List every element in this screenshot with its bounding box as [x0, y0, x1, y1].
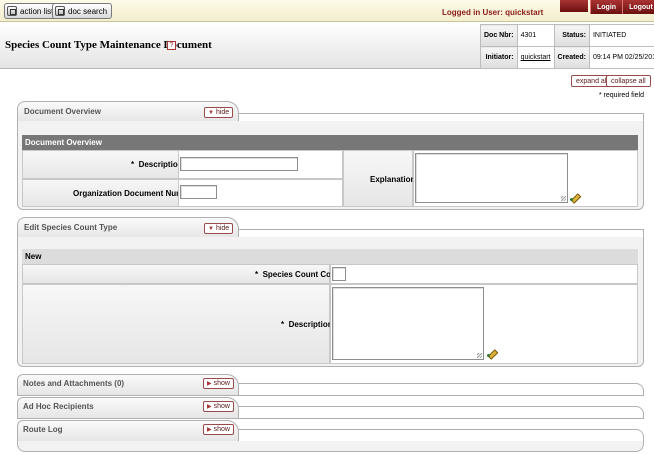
required-mark: * — [131, 160, 135, 169]
document-overview-tab-title: Document Overview — [24, 107, 101, 116]
required-field-note: * required field — [598, 92, 644, 99]
doc-search-label: doc search — [68, 6, 108, 16]
notes-show-button[interactable]: ▶ show — [203, 378, 234, 389]
route-log-show-button[interactable]: ▶ show — [203, 424, 234, 435]
status-value: INITIATED — [588, 24, 654, 47]
panel-border — [643, 229, 644, 237]
species-description-label: * Description: — [281, 320, 335, 329]
status-label: Status: — [553, 24, 590, 47]
page-title: Species Count Type Maintenance Document — [5, 39, 212, 51]
login-button[interactable]: Login — [590, 0, 623, 14]
route-log-show-label: show — [213, 426, 230, 433]
logged-in-user: Logged in User: quickstart — [442, 8, 544, 17]
action-list-label: action list — [20, 6, 54, 16]
action-list-button[interactable]: action list — [4, 3, 59, 19]
resize-grip-icon[interactable] — [477, 353, 482, 358]
description-input[interactable] — [180, 157, 298, 171]
doc-search-button[interactable]: doc search — [52, 3, 113, 19]
required-mark: * — [255, 270, 259, 279]
ad-hoc-show-label: show — [213, 403, 230, 410]
top-right-decoration — [560, 0, 588, 12]
tab-route-log: Route Log ▶ show — [17, 420, 644, 452]
initiator-label: Initiator: — [480, 46, 518, 69]
created-value: 09:14 PM 02/25/2013 — [588, 46, 654, 69]
resize-grip-icon[interactable] — [561, 196, 566, 201]
edit-species-hide-button[interactable]: ▼ hide — [204, 223, 234, 234]
explanation-textarea[interactable] — [415, 153, 568, 203]
doc-nbr-label: Doc Nbr: — [480, 24, 518, 47]
notes-tab-title: Notes and Attachments (0) — [23, 379, 125, 388]
panel-border — [643, 113, 644, 121]
initiator-link[interactable]: quickstart — [521, 54, 551, 61]
top-bar: action list doc search Logged in User: q… — [0, 0, 654, 22]
ad-hoc-show-button[interactable]: ▶ show — [203, 401, 234, 412]
panel-border — [238, 113, 644, 114]
required-mark: * — [281, 320, 285, 329]
triangle-right-icon: ▶ — [207, 404, 212, 410]
notes-show-label: show — [213, 380, 230, 387]
document-overview-hide-label: hide — [215, 109, 230, 116]
explanation-label: Explanation: — [370, 175, 419, 184]
help-icon[interactable]: ? — [167, 41, 176, 50]
new-section-header: New — [22, 249, 638, 264]
tab-ad-hoc-recipients: Ad Hoc Recipients ▶ show — [17, 397, 644, 419]
expand-textarea-icon[interactable] — [487, 349, 496, 358]
edit-species-tab-title: Edit Species Count Type — [24, 223, 118, 232]
species-description-textarea[interactable] — [332, 287, 484, 360]
triangle-down-icon: ▼ — [208, 225, 214, 232]
document-overview-hide-button[interactable]: ▼ hide — [204, 107, 234, 118]
collapse-all-button[interactable]: collapse all — [606, 75, 651, 87]
auth-buttons: Login Logout — [590, 0, 654, 14]
document-info-table: Doc Nbr: 4301 Status: INITIATED Initiato… — [480, 24, 654, 69]
doc-search-icon — [55, 6, 65, 16]
tab-edit-species-count-type: Edit Species Count Type ▼ hide — [17, 217, 239, 237]
tab-border — [17, 395, 644, 396]
doc-nbr-value: 4301 — [516, 24, 555, 47]
initiator-cell: quickstart — [516, 46, 555, 69]
triangle-right-icon: ▶ — [207, 381, 212, 387]
document-overview-section-header: Document Overview — [22, 135, 638, 150]
tab-border — [17, 418, 644, 419]
ad-hoc-tab-title: Ad Hoc Recipients — [23, 402, 94, 411]
triangle-down-icon: ▼ — [208, 109, 214, 116]
org-doc-number-input[interactable] — [180, 185, 217, 199]
logout-button[interactable]: Logout — [622, 0, 654, 14]
action-list-icon — [7, 6, 17, 16]
created-label: Created: — [553, 46, 590, 69]
panel-border — [238, 229, 644, 230]
species-code-cell — [330, 264, 638, 284]
triangle-right-icon: ▶ — [207, 427, 212, 433]
route-log-bottom — [17, 441, 644, 452]
tab-document-overview: Document Overview ▼ hide — [17, 101, 239, 121]
tab-notes-and-attachments: Notes and Attachments (0) ▶ show — [17, 374, 644, 396]
document-header: Species Count Type Maintenance Document … — [0, 23, 654, 69]
expand-textarea-icon[interactable] — [570, 193, 579, 202]
edit-species-hide-label: hide — [215, 225, 230, 232]
route-log-tab-title: Route Log — [23, 425, 63, 434]
species-code-input[interactable] — [332, 267, 346, 281]
species-description-label-text: Description: — [288, 320, 336, 329]
